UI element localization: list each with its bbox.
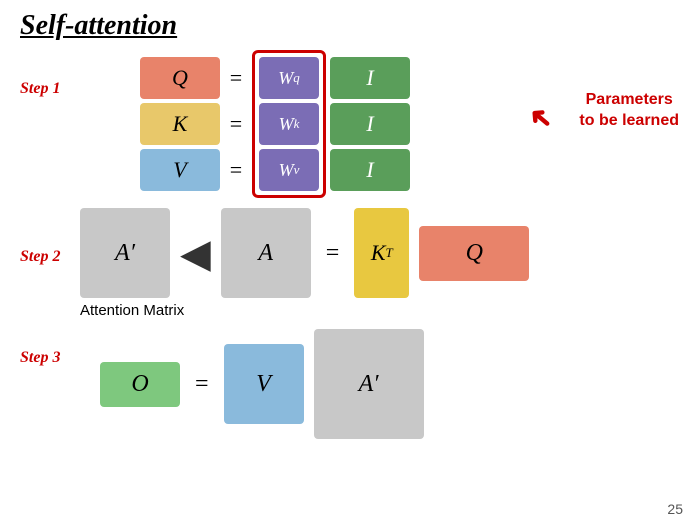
o-block: O: [100, 362, 180, 407]
params-label: Parameters to be learned ➜: [579, 90, 679, 132]
a-block: A: [221, 208, 311, 298]
step1-label: Step 1: [20, 80, 140, 98]
i-block-3: I: [330, 149, 410, 191]
page-container: Self-attention Step 1 Q K V = =: [0, 0, 699, 525]
step2-content: A′ ◀ A = KT Q: [80, 208, 529, 298]
wq-block: Wq: [259, 57, 319, 99]
kt-block: KT: [354, 208, 409, 298]
page-number: 25: [667, 501, 683, 517]
step2-label-col: Step 2: [20, 208, 80, 272]
i-column: I I I: [330, 57, 410, 191]
q2-block: Q: [419, 226, 529, 281]
qkv-column: Q K V: [140, 57, 220, 191]
step3-label: Step 3: [20, 349, 100, 367]
left-arrow-icon: ◀: [180, 230, 211, 277]
a-prime3-block: A′: [314, 329, 424, 439]
step3-section: Step 3 O = V A′: [20, 329, 679, 439]
eq2: =: [326, 240, 340, 267]
i-block-1: I: [330, 57, 410, 99]
w-matrices-group: Wq Wk Wv: [252, 50, 326, 198]
k-block: K: [140, 103, 220, 145]
v3-block: V: [224, 344, 304, 424]
a-prime-block: A′: [80, 208, 170, 298]
i-block-2: I: [330, 103, 410, 145]
v-block: V: [140, 149, 220, 191]
wv-block: Wv: [259, 149, 319, 191]
q-block: Q: [140, 57, 220, 99]
wk-block: Wk: [259, 103, 319, 145]
step1-label-col: Step 1: [20, 50, 140, 104]
eq3: =: [195, 371, 209, 398]
step3-content: O = V A′: [100, 329, 424, 439]
step2-label: Step 2: [20, 248, 80, 266]
page-title: Self-attention: [20, 10, 679, 42]
step1-content: Q K V = = = Wq Wk: [140, 50, 410, 198]
step3-label-col: Step 3: [20, 329, 100, 373]
attention-matrix-label: Attention Matrix: [80, 302, 679, 319]
step2-section: Step 2 A′ ◀ A = KT Q: [20, 208, 679, 298]
equals-col: = = =: [228, 57, 244, 191]
